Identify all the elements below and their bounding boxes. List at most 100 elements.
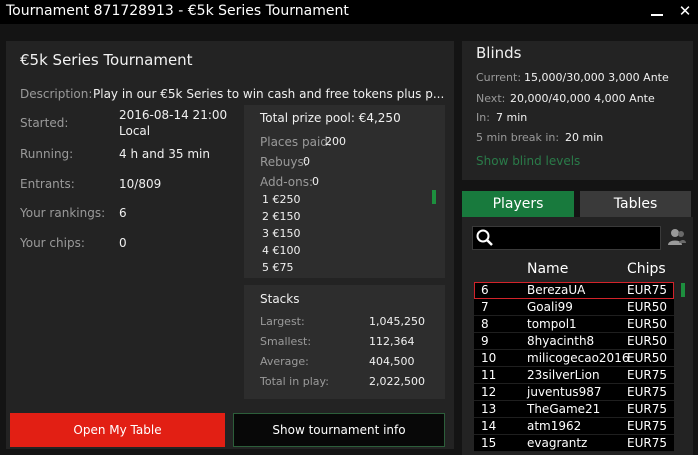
player-rank: 8 (481, 317, 489, 331)
started-label: Started: (20, 116, 69, 130)
largest-value: 1,045,250 (369, 315, 425, 328)
player-rank: 13 (481, 402, 497, 416)
player-name: tompol1 (527, 317, 577, 331)
open-my-table-button[interactable]: Open My Table (10, 413, 225, 447)
player-rank: 7 (481, 300, 489, 314)
started-date: 2016-08-14 21:00 (119, 108, 228, 122)
player-rank: 9 (481, 334, 489, 348)
current-blinds-label: Current: (476, 71, 522, 84)
player-row[interactable]: 10 milicogecao2016 EUR50 (474, 350, 674, 367)
close-icon[interactable]: ✕ (676, 2, 694, 20)
minimize-icon[interactable] (648, 2, 666, 20)
player-row-highlighted[interactable]: 6 BerezaUA EUR75 (474, 282, 674, 300)
next-blinds-value: 20,000/40,000 4,000 Ante (510, 92, 655, 105)
player-row[interactable]: 11 23silverLion EUR75 (474, 367, 674, 384)
player-row[interactable]: 15 evagrantz EUR75 (474, 435, 674, 452)
payout-item: 5 €75 (262, 261, 294, 274)
column-header-chips[interactable]: Chips (627, 261, 666, 277)
player-row[interactable]: 8 tompol1 EUR50 (474, 316, 674, 333)
player-name: evagrantz (527, 436, 588, 450)
user-group-icon[interactable] (667, 228, 687, 246)
started-zone: Local (119, 124, 151, 138)
player-chips: EUR75 (627, 419, 667, 433)
player-search-input[interactable] (472, 226, 661, 250)
running-value: 4 h and 35 min (119, 147, 210, 161)
chips-label: Your chips: (20, 236, 85, 250)
player-name: TheGame21 (527, 402, 601, 416)
player-name: atm1962 (527, 419, 582, 433)
search-icon (476, 229, 493, 246)
next-blinds-label: Next: (476, 92, 506, 105)
places-paid-label: Places paid: (260, 135, 332, 149)
player-rank: 11 (481, 368, 497, 382)
places-paid-value: 200 (325, 135, 346, 148)
prize-pool-total: Total prize pool: €4,250 (260, 111, 401, 125)
player-chips: EUR50 (627, 334, 667, 348)
player-row[interactable]: 12 juventus987 EUR75 (474, 384, 674, 401)
entrants-value: 10/809 (119, 177, 162, 191)
player-row[interactable]: 14 atm1962 EUR75 (474, 418, 674, 435)
show-tournament-info-button[interactable]: Show tournament info (233, 413, 445, 447)
break-value: 20 min (565, 131, 604, 144)
tab-players[interactable]: Players (462, 191, 574, 217)
chips-value: 0 (119, 236, 127, 250)
player-name: milicogecao2016 (527, 351, 630, 365)
description-label: Description: (20, 87, 93, 101)
stacks-title: Stacks (260, 292, 300, 306)
average-value: 404,500 (369, 355, 415, 368)
player-row[interactable]: 7 Goali99 EUR50 (474, 299, 674, 316)
payout-item: 4 €100 (262, 244, 301, 257)
player-name: Goali99 (527, 300, 573, 314)
rebuys-value: 0 (303, 155, 310, 168)
addons-label: Add-ons: (260, 175, 314, 189)
player-rank: 10 (481, 351, 497, 365)
player-name: BerezaUA (527, 283, 586, 297)
smallest-label: Smallest: (260, 335, 312, 348)
payouts-scrollbar[interactable] (432, 190, 436, 204)
player-row[interactable]: 13 TheGame21 EUR75 (474, 401, 674, 418)
rebuys-label: Rebuys: (260, 155, 308, 169)
smallest-value: 112,364 (369, 335, 415, 348)
column-header-name[interactable]: Name (527, 261, 568, 277)
average-label: Average: (260, 355, 309, 368)
break-label: 5 min break in: (476, 131, 560, 144)
total-value: 2,022,500 (369, 375, 425, 388)
total-label: Total in play: (260, 375, 329, 388)
player-chips: EUR75 (627, 368, 667, 382)
show-blind-levels-link[interactable]: Show blind levels (476, 154, 580, 168)
tab-tables[interactable]: Tables (580, 191, 691, 217)
players-scrollbar[interactable] (681, 283, 685, 297)
player-chips: EUR50 (627, 351, 667, 365)
window-title: Tournament 871728913 - €5k Series Tourna… (6, 3, 349, 19)
in-label: In: (476, 111, 490, 124)
payout-item: 2 €150 (262, 210, 301, 223)
addons-value: 0 (312, 175, 319, 188)
entrants-label: Entrants: (20, 177, 75, 191)
in-value: 7 min (496, 111, 528, 124)
player-rank: 6 (481, 283, 489, 297)
tournament-title: €5k Series Tournament (20, 51, 193, 69)
current-blinds-value: 15,000/30,000 3,000 Ante (524, 71, 669, 84)
player-name: 8hyacinth8 (527, 334, 595, 348)
player-rank: 14 (481, 419, 497, 433)
largest-label: Largest: (260, 315, 305, 328)
running-label: Running: (20, 147, 74, 161)
player-chips: EUR75 (627, 283, 667, 297)
player-rank: 15 (481, 436, 497, 450)
player-row[interactable]: 9 8hyacinth8 EUR50 (474, 333, 674, 350)
player-name: juventus987 (527, 385, 602, 399)
player-chips: EUR75 (627, 385, 667, 399)
player-name: 23silverLion (527, 368, 600, 382)
players-list: 6 BerezaUA EUR75 7 Goali99 EUR50 8 tompo… (474, 282, 674, 455)
description-text: Play in our €5k Series to win cash and f… (93, 87, 445, 101)
player-rank: 12 (481, 385, 497, 399)
blinds-title: Blinds (476, 44, 522, 62)
payout-item: 3 €150 (262, 227, 301, 240)
player-chips: EUR50 (627, 300, 667, 314)
player-chips: EUR75 (627, 436, 667, 450)
rankings-value: 6 (119, 206, 127, 220)
payout-item: 1 €250 (262, 193, 301, 206)
rankings-label: Your rankings: (20, 206, 106, 220)
player-chips: EUR50 (627, 317, 667, 331)
player-chips: EUR75 (627, 402, 667, 416)
